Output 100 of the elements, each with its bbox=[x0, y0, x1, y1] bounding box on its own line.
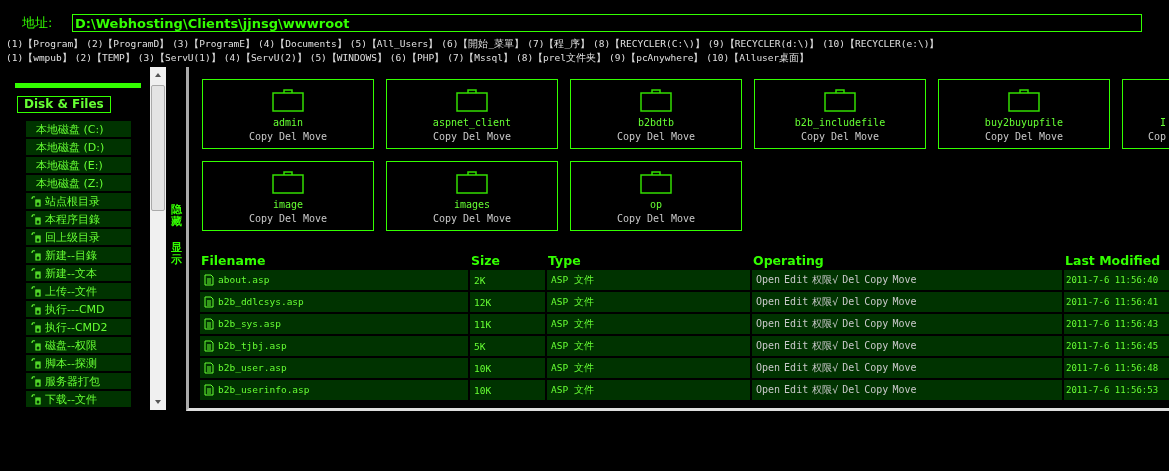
file-action-link[interactable]: 权限√ bbox=[812, 296, 839, 307]
file-action-link[interactable]: Edit bbox=[784, 340, 809, 351]
address-field[interactable]: D:\Webhosting\Clients\jjnsg\wwwroot bbox=[72, 14, 1142, 32]
folder-action-link[interactable]: Copy bbox=[432, 130, 457, 144]
folder-action-link[interactable]: Del bbox=[830, 130, 850, 144]
file-action-link[interactable]: Del bbox=[842, 296, 861, 307]
file-link[interactable]: b2b_ddlcsys.asp bbox=[218, 295, 304, 307]
sidebar-command[interactable]: 执行---CMD bbox=[26, 301, 131, 317]
folder-action-link[interactable]: Del bbox=[462, 130, 482, 144]
folder-action-link[interactable]: Copy bbox=[248, 130, 273, 144]
sidebar-command[interactable]: 新建--目錄 bbox=[26, 247, 131, 263]
shortcut-link[interactable]: (4)【ServU(2)】 bbox=[223, 51, 307, 65]
file-action-link[interactable]: Del bbox=[842, 384, 861, 395]
sidebar-command[interactable]: 磁盘--权限 bbox=[26, 337, 131, 353]
drive-link[interactable]: 本地磁盘 (C:) bbox=[26, 121, 131, 137]
drive-link[interactable]: 本地磁盘 (Z:) bbox=[26, 175, 131, 191]
folder-card[interactable]: I Cop bbox=[1122, 79, 1169, 149]
sidebar-command[interactable]: 服务器打包 bbox=[26, 373, 131, 389]
shortcut-link[interactable]: (8)【RECYCLER(C:\)】 bbox=[593, 37, 705, 51]
folder-action-link[interactable]: Move bbox=[1039, 130, 1064, 144]
folder-action-link[interactable]: Move bbox=[487, 212, 512, 226]
file-link[interactable]: about.asp bbox=[218, 273, 270, 285]
shortcut-link[interactable]: (7)【Mssql】 bbox=[447, 51, 513, 65]
folder-card[interactable]: images Copy Del Move bbox=[386, 161, 558, 231]
folder-action-link[interactable]: Move bbox=[671, 130, 696, 144]
sidebar-command[interactable]: 回上级目录 bbox=[26, 229, 131, 245]
file-action-link[interactable]: Move bbox=[892, 384, 917, 395]
folder-card[interactable]: op Copy Del Move bbox=[570, 161, 742, 231]
folder-name[interactable]: images bbox=[453, 198, 491, 212]
file-action-link[interactable]: Move bbox=[892, 274, 917, 285]
file-action-link[interactable]: Del bbox=[842, 274, 861, 285]
file-action-link[interactable]: Move bbox=[892, 340, 917, 351]
shortcut-link[interactable]: (10)【RECYCLER(e:\)】 bbox=[822, 37, 940, 51]
folder-action-link[interactable]: Move bbox=[303, 130, 328, 144]
folder-action-link[interactable]: Copy bbox=[432, 212, 457, 226]
folder-name[interactable]: I bbox=[1159, 116, 1166, 130]
file-action-link[interactable]: Copy bbox=[864, 318, 889, 329]
folder-action-link[interactable]: Move bbox=[855, 130, 880, 144]
file-link[interactable]: b2b_sys.asp bbox=[218, 317, 281, 329]
folder-action-link[interactable]: Cop bbox=[1147, 130, 1166, 144]
shortcut-link[interactable]: (3)【ProgramE】 bbox=[172, 37, 256, 51]
folder-action-link[interactable]: Move bbox=[487, 130, 512, 144]
file-action-link[interactable]: Copy bbox=[864, 340, 889, 351]
file-action-link[interactable]: Edit bbox=[784, 296, 809, 307]
file-action-link[interactable]: Edit bbox=[784, 384, 809, 395]
file-action-link[interactable]: Edit bbox=[784, 274, 809, 285]
folder-action-link[interactable]: Del bbox=[278, 130, 298, 144]
drive-link[interactable]: 本地磁盘 (E:) bbox=[26, 157, 131, 173]
file-action-link[interactable]: Open bbox=[756, 362, 781, 373]
shortcut-link[interactable]: (2)【ProgramD】 bbox=[86, 37, 170, 51]
toggle-link[interactable]: 隐藏 bbox=[170, 204, 182, 229]
file-action-link[interactable]: Copy bbox=[864, 362, 889, 373]
scrollbar[interactable] bbox=[150, 67, 166, 410]
folder-card[interactable]: aspnet_client Copy Del Move bbox=[386, 79, 558, 149]
sidebar-command[interactable]: 下载--文件 bbox=[26, 391, 131, 407]
file-action-link[interactable]: Open bbox=[756, 384, 781, 395]
folder-name[interactable]: b2b_includefile bbox=[794, 116, 886, 130]
folder-card[interactable]: buy2buyupfile Copy Del Move bbox=[938, 79, 1110, 149]
file-link[interactable]: b2b_user.asp bbox=[218, 361, 287, 373]
folder-action-link[interactable]: Del bbox=[646, 130, 666, 144]
sidebar-command[interactable]: 站点根目录 bbox=[26, 193, 131, 209]
shortcut-link[interactable]: (6)【PHP】 bbox=[389, 51, 445, 65]
file-action-link[interactable]: Edit bbox=[784, 318, 809, 329]
shortcut-link[interactable]: (1)【Program】 bbox=[6, 37, 84, 51]
file-action-link[interactable]: Del bbox=[842, 340, 861, 351]
sidebar-command[interactable]: 脚本--探测 bbox=[26, 355, 131, 371]
folder-name[interactable]: image bbox=[272, 198, 304, 212]
folder-name[interactable]: op bbox=[649, 198, 662, 212]
file-action-link[interactable]: Del bbox=[842, 318, 861, 329]
folder-card[interactable]: admin Copy Del Move bbox=[202, 79, 374, 149]
file-action-link[interactable]: 权限√ bbox=[812, 274, 839, 285]
file-action-link[interactable]: Move bbox=[892, 362, 917, 373]
sidebar-command[interactable]: 执行--CMD2 bbox=[26, 319, 131, 335]
file-action-link[interactable]: Move bbox=[892, 318, 917, 329]
file-action-link[interactable]: Copy bbox=[864, 274, 889, 285]
shortcut-link[interactable]: (9)【pcAnywhere】 bbox=[609, 51, 704, 65]
file-link[interactable]: b2b_userinfo.asp bbox=[218, 383, 310, 395]
sidebar-command[interactable]: 新建--文本 bbox=[26, 265, 131, 281]
shortcut-link[interactable]: (9)【RECYCLER(d:\)】 bbox=[707, 37, 820, 51]
shortcut-link[interactable]: (2)【TEMP】 bbox=[74, 51, 135, 65]
shortcut-link[interactable]: (4)【Documents】 bbox=[258, 37, 347, 51]
file-action-link[interactable]: Copy bbox=[864, 296, 889, 307]
toggle-link[interactable]: 显示 bbox=[170, 242, 182, 267]
folder-action-link[interactable]: Del bbox=[278, 212, 298, 226]
folder-action-link[interactable]: Del bbox=[462, 212, 482, 226]
file-action-link[interactable]: Open bbox=[756, 296, 781, 307]
folder-card[interactable]: b2bdtb Copy Del Move bbox=[570, 79, 742, 149]
folder-action-link[interactable]: Del bbox=[1014, 130, 1034, 144]
folder-name[interactable]: b2bdtb bbox=[637, 116, 675, 130]
folder-name[interactable]: buy2buyupfile bbox=[984, 116, 1064, 130]
folder-action-link[interactable]: Copy bbox=[616, 212, 641, 226]
file-action-link[interactable]: 权限√ bbox=[812, 340, 839, 351]
folder-action-link[interactable]: Move bbox=[303, 212, 328, 226]
file-action-link[interactable]: Del bbox=[842, 362, 861, 373]
folder-action-link[interactable]: Move bbox=[671, 212, 696, 226]
folder-action-link[interactable]: Del bbox=[646, 212, 666, 226]
folder-action-link[interactable]: Copy bbox=[800, 130, 825, 144]
file-action-link[interactable]: Open bbox=[756, 274, 781, 285]
drive-link[interactable]: 本地磁盘 (D:) bbox=[26, 139, 131, 155]
file-action-link[interactable]: 权限√ bbox=[812, 384, 839, 395]
